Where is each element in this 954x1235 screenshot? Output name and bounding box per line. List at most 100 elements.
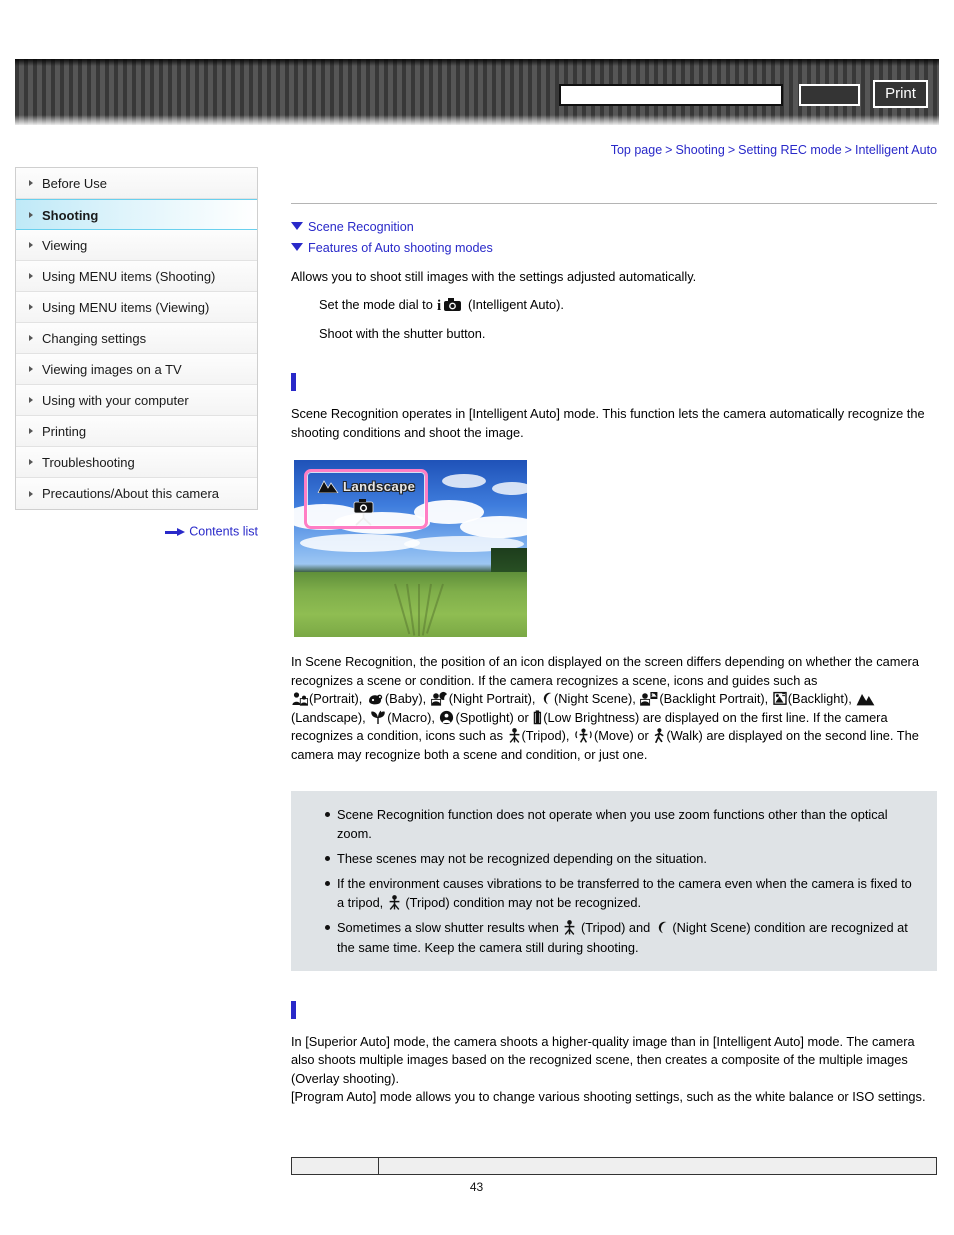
sidebar-item-label: Precautions/About this camera [42, 486, 220, 501]
osd-scene-label: Landscape [343, 479, 416, 495]
search-button[interactable] [799, 84, 860, 106]
portrait-icon [292, 691, 308, 706]
scene-icon-label: (Spotlight) or [455, 709, 529, 725]
sidebar-item-label: Viewing images on a TV [42, 362, 182, 377]
breadcrumb-item-setting-rec-mode[interactable]: Setting REC mode [738, 143, 842, 157]
arrow-right-icon [165, 527, 186, 536]
breadcrumb-item-intelligent-auto[interactable]: Intelligent Auto [855, 143, 937, 157]
night-scene-icon [540, 691, 553, 706]
table-row [291, 1157, 937, 1175]
scene-icon-label: (Backlight Portrait), [659, 691, 769, 707]
sidebar-item-label: Using MENU items (Viewing) [42, 300, 210, 315]
sidebar-item-label: Changing settings [42, 331, 147, 346]
condition-icon-label: (Tripod), [521, 728, 570, 744]
section-heading-features-of-auto-shooting-modes [291, 1000, 937, 1019]
lead-paragraph: Allows you to shoot still images with th… [291, 268, 697, 284]
chevron-right-icon [29, 366, 33, 372]
sidebar-item-changing-settings[interactable]: Changing settings [16, 323, 257, 354]
chevron-right-icon [29, 428, 33, 434]
scene-icon-label: (Macro), [387, 709, 435, 725]
sidebar-item-before-use[interactable]: Before Use [16, 168, 257, 199]
chevron-right-icon [29, 490, 33, 497]
breadcrumb-separator: > [727, 143, 736, 157]
note-item: If the environment causes vibrations to … [325, 874, 919, 912]
backlight-portrait-icon [640, 691, 658, 706]
bottom-table [291, 1157, 937, 1175]
night-portrait-icon [430, 691, 448, 706]
backlight-icon [773, 691, 787, 706]
scene-recognition-figure: Landscape [294, 460, 527, 638]
breadcrumb-separator: > [844, 143, 852, 157]
scene-icon-label: (Portrait), [309, 691, 363, 707]
main-content: Scene Recognition Features of Auto shoot… [291, 175, 937, 1107]
chevron-right-icon [29, 273, 33, 279]
note-item: These scenes may not be recognized depen… [325, 849, 919, 868]
breadcrumb: Top page > Shooting > Setting REC mode > Intel… [611, 143, 937, 157]
step-text-before: Set the mode dial to [319, 297, 437, 313]
section1-body: In Scene Recognition, the position of an… [291, 653, 937, 764]
chevron-right-icon [29, 304, 33, 310]
tripod-icon [388, 895, 401, 911]
breadcrumb-item-shooting[interactable]: Shooting [675, 143, 724, 157]
note-text-mid: (Tripod) and [577, 920, 654, 936]
sidebar-item-using-with-your-computer[interactable]: Using with your computer [16, 385, 257, 416]
sidebar-item-label: Before Use [42, 176, 108, 191]
section1-body-part1: In Scene Recognition, the position of an… [291, 654, 919, 688]
sidebar-item-label: Viewing [42, 238, 88, 253]
note-item: Sometimes a slow shutter results when (T… [325, 918, 919, 956]
breadcrumb-item-top-page[interactable]: Top page [611, 143, 662, 157]
notes-box: Scene Recognition function does not oper… [291, 790, 937, 971]
page-number-value: 43 [469, 1180, 484, 1194]
section2-paragraph-1: In [Superior Auto] mode, the camera shoo… [291, 1033, 915, 1086]
low-brightness-icon [533, 710, 542, 725]
spotlight-icon [439, 710, 454, 725]
step-text-after: (Intelligent Auto). [464, 297, 564, 313]
triangle-down-icon [291, 222, 303, 230]
page-title [291, 175, 937, 197]
sidebar-item-shooting[interactable]: Shooting [16, 199, 257, 230]
walk-icon [653, 728, 665, 744]
sidebar-item-using-menu-items-shooting[interactable]: Using MENU items (Shooting) [16, 261, 257, 292]
intelligent-auto-mode-icon: i [437, 297, 463, 312]
search-input[interactable] [559, 84, 783, 106]
sidebar-item-viewing[interactable]: Viewing [16, 230, 257, 261]
jump-link-scene-recognition[interactable]: Scene Recognition [291, 218, 937, 236]
step-shoot-with-shutter: Shoot with the shutter button. [319, 325, 486, 341]
sidebar-item-viewing-images-on-a-tv[interactable]: Viewing images on a TV [16, 354, 257, 385]
condition-icon-label: (Move) or [594, 728, 649, 744]
sidebar-item-label: Using MENU items (Shooting) [42, 269, 216, 284]
sidebar-navigation: Before Use Shooting Viewing Using MENU i… [15, 167, 258, 510]
sidebar-item-using-menu-items-viewing[interactable]: Using MENU items (Viewing) [16, 292, 257, 323]
chevron-right-icon [29, 180, 33, 186]
jump-link-features-of-auto-shooting-modes[interactable]: Features of Auto shooting modes [291, 239, 937, 257]
baby-icon [367, 692, 384, 706]
title-divider [291, 203, 937, 204]
scene-icon-label: (Low Brightness) [543, 709, 640, 725]
sidebar-item-printing[interactable]: Printing [16, 416, 257, 447]
chevron-right-icon [29, 459, 33, 465]
note-item: Scene Recognition function does not oper… [325, 805, 919, 843]
contents-list-link[interactable]: Contents list [15, 524, 258, 539]
tripod-icon [508, 728, 521, 744]
jump-link-label: Features of Auto shooting modes [308, 241, 493, 256]
breadcrumb-separator: > [665, 143, 673, 157]
scene-icon-label: (Night Portrait), [448, 691, 536, 707]
note-text-before: Sometimes a slow shutter results when [337, 920, 563, 936]
section-heading-scene-recognition [291, 373, 937, 392]
table-cell-value [378, 1157, 937, 1175]
section2-paragraph-2: [Program Auto] mode allows you to change… [291, 1089, 926, 1105]
chevron-right-icon [29, 397, 33, 403]
header-controls: Print [15, 59, 939, 125]
night-scene-icon [655, 920, 668, 935]
print-button[interactable]: Print [873, 80, 928, 108]
scene-icon-label: (Baby), [384, 691, 427, 707]
chevron-right-icon [29, 242, 33, 248]
table-cell-label [291, 1157, 379, 1175]
sidebar-item-label: Troubleshooting [42, 455, 135, 470]
page-number: 43 [0, 1180, 954, 1194]
svg-text:i: i [437, 298, 441, 312]
mountain-icon [317, 480, 339, 494]
sidebar-item-precautions-about-this-camera[interactable]: Precautions/About this camera [16, 478, 257, 509]
sidebar-item-troubleshooting[interactable]: Troubleshooting [16, 447, 257, 478]
scene-icon-label: (Night Scene), [554, 691, 636, 707]
